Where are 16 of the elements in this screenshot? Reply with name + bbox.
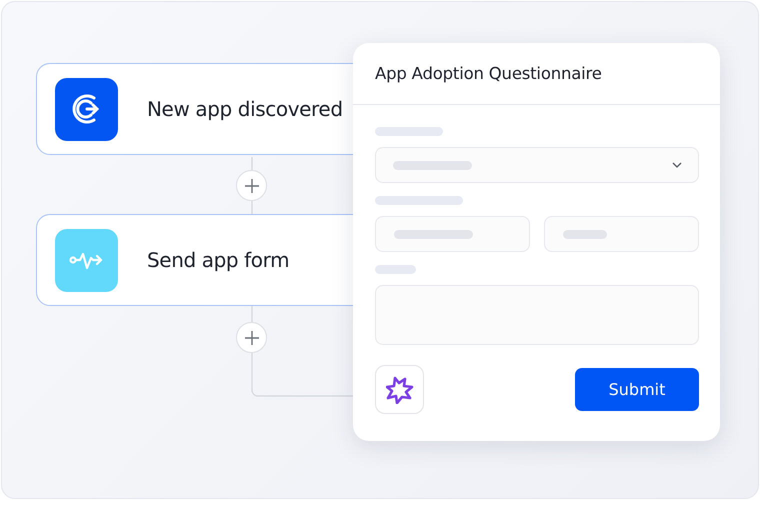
label-placeholder (375, 127, 443, 136)
plus-icon (244, 330, 258, 344)
node-label: New app discovered (147, 97, 343, 121)
node-label: Send app form (147, 248, 290, 272)
label-placeholder (375, 265, 416, 274)
chevron-down-icon (672, 162, 682, 168)
submit-button[interactable]: Submit (575, 368, 699, 411)
input-field[interactable] (375, 216, 530, 252)
add-step-button[interactable] (236, 322, 267, 353)
add-step-button[interactable] (236, 170, 267, 201)
starburst-icon (386, 376, 414, 404)
text-area[interactable] (375, 285, 699, 345)
select-field[interactable] (375, 147, 699, 183)
form-title: App Adoption Questionnaire (375, 64, 602, 83)
plus-icon (244, 178, 258, 192)
input-field[interactable] (544, 216, 699, 252)
